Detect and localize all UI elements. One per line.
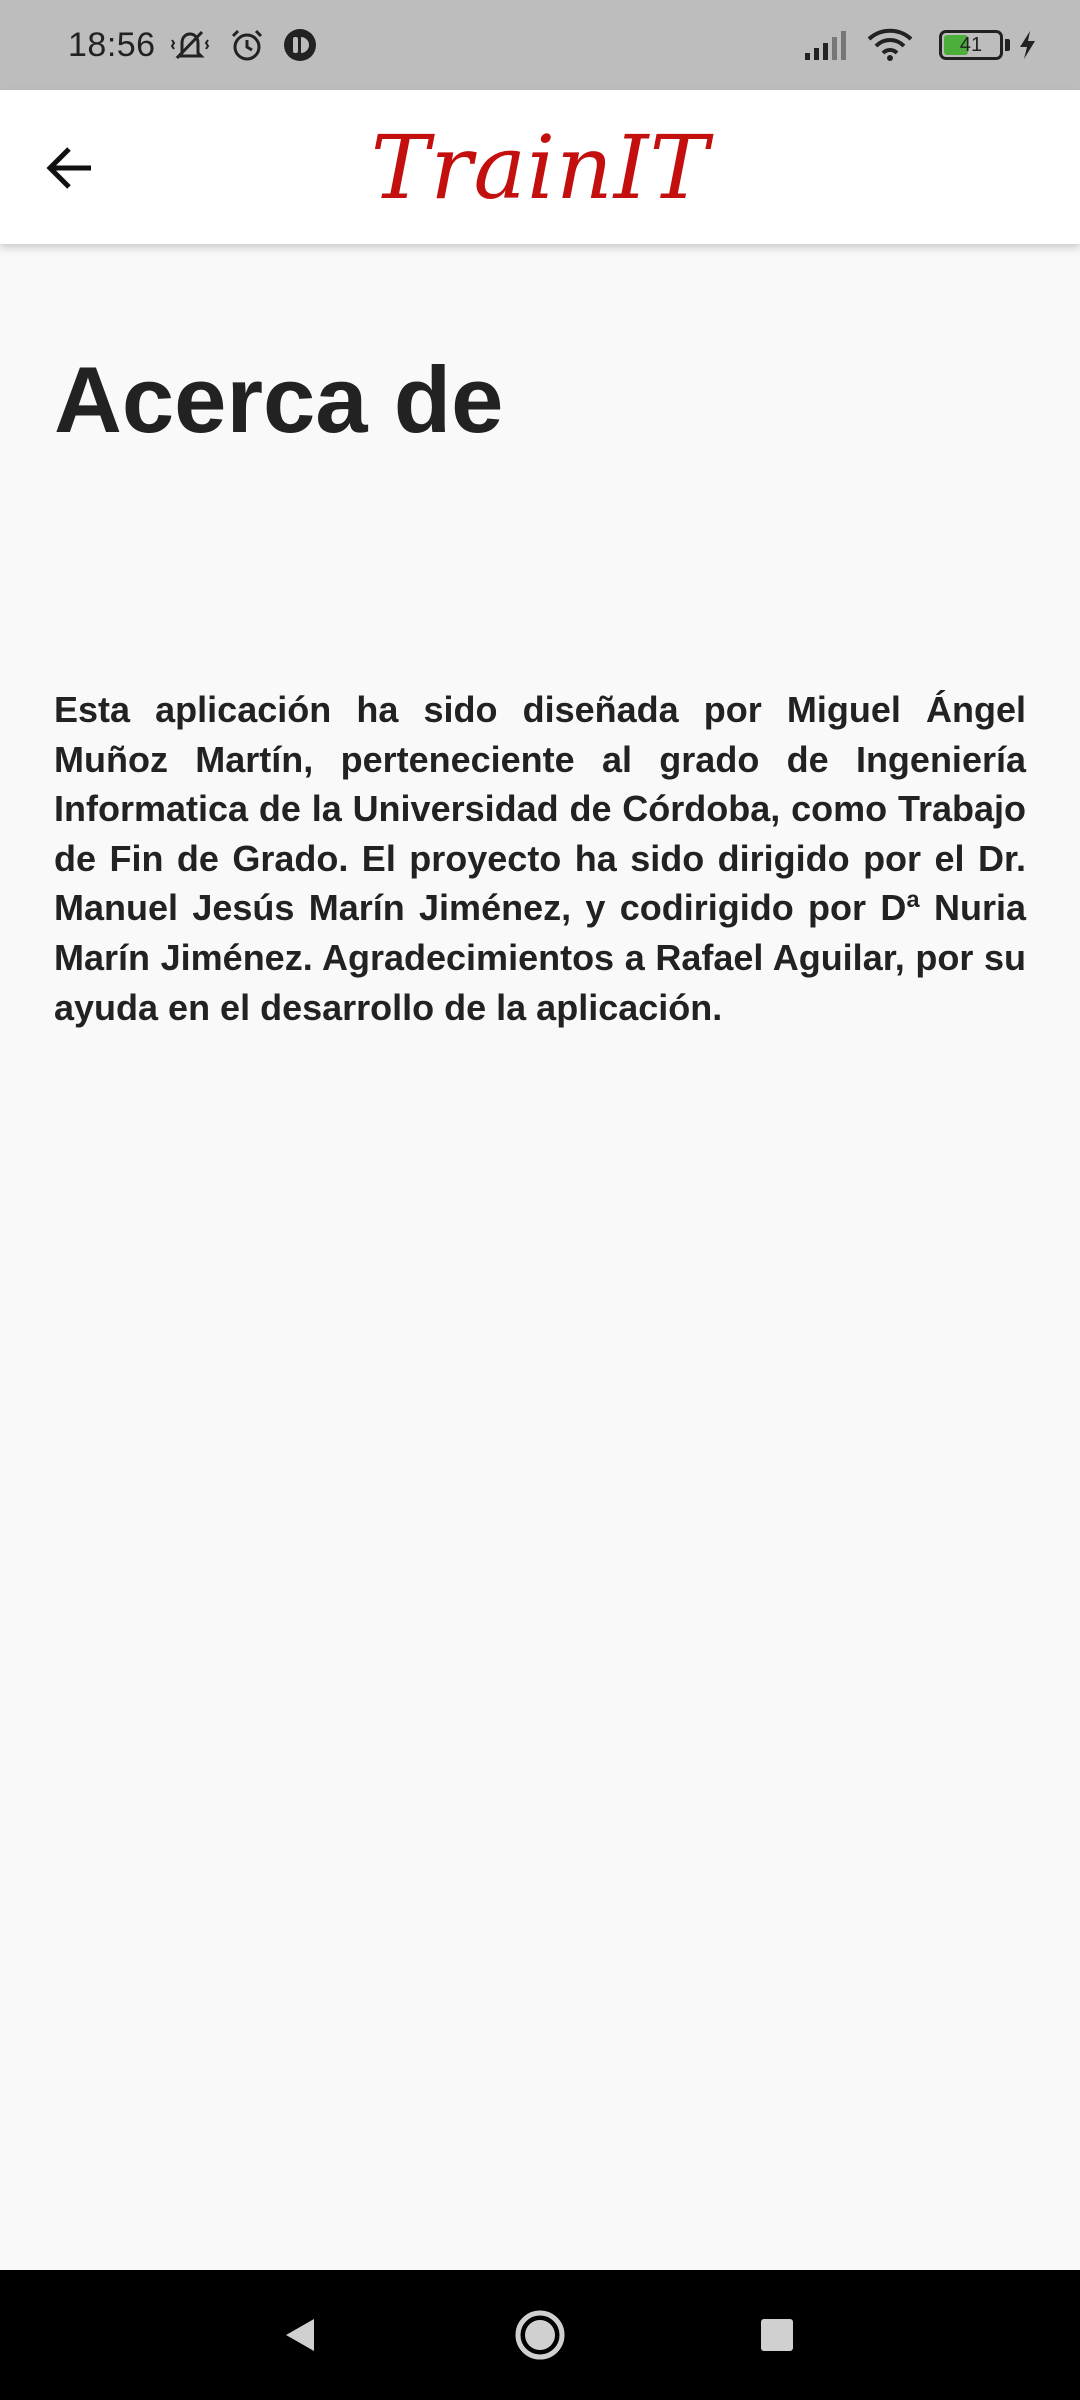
recents-square-icon xyxy=(761,2319,793,2351)
battery-icon: 41 xyxy=(939,30,1003,60)
mute-vibrate-icon xyxy=(168,27,212,63)
back-triangle-icon xyxy=(286,2319,314,2351)
app-notification-icon xyxy=(282,27,318,63)
status-right: 41 xyxy=(803,28,1038,62)
about-text: Esta aplicación ha sido diseñada por Mig… xyxy=(54,689,1026,1028)
wifi-icon xyxy=(867,28,913,62)
nav-home-button[interactable] xyxy=(505,2300,575,2370)
battery-cap xyxy=(1005,39,1010,51)
status-time: 18:56 xyxy=(68,25,156,64)
nav-recents-button[interactable] xyxy=(742,2300,812,2370)
home-circle-icon xyxy=(515,2310,565,2360)
charging-icon xyxy=(1018,30,1038,60)
alarm-icon xyxy=(228,27,266,63)
app-bar: TrainIT xyxy=(0,90,1080,244)
page-title: Acerca de xyxy=(54,347,504,452)
system-nav-bar xyxy=(0,2270,1080,2400)
signal-icon xyxy=(803,29,851,61)
status-bar: 18:56 41 xyxy=(0,0,1080,90)
battery-level: 41 xyxy=(959,34,983,56)
nav-back-button[interactable] xyxy=(265,2300,335,2370)
status-left: 18:56 xyxy=(68,26,334,65)
app-logo: TrainIT xyxy=(370,116,710,219)
